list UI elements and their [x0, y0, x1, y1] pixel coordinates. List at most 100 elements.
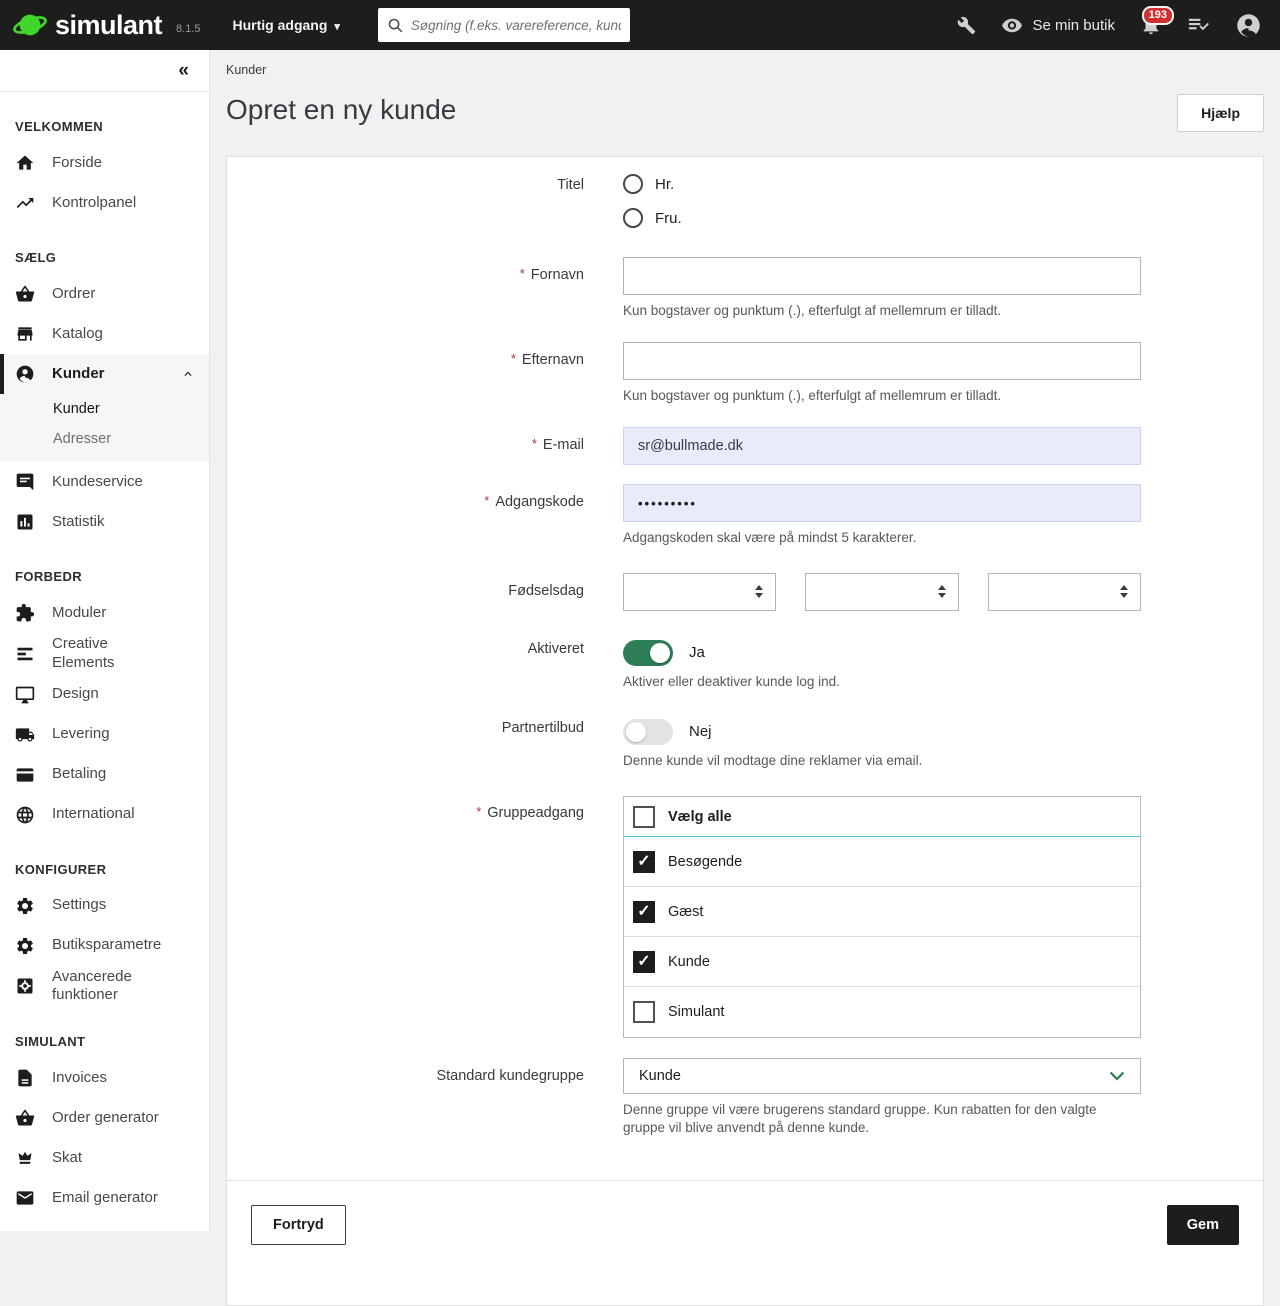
bar-chart-icon	[15, 512, 35, 532]
sidebar-item-moduler[interactable]: Moduler	[0, 593, 209, 633]
group-option-bes-gende[interactable]: Besøgende	[624, 837, 1140, 888]
sidebar-item-creative-elements[interactable]: Creative Elements	[0, 633, 209, 675]
sidebar-item-forside[interactable]: Forside	[0, 143, 209, 183]
checkbox-icon[interactable]	[633, 950, 655, 973]
sidebar-item-statistik[interactable]: Statistik	[0, 502, 209, 542]
form-row-email: * E-mail sr@bullmade.dk	[227, 427, 1263, 466]
partner-offers-state-label: Nej	[689, 723, 712, 741]
sidebar-section-heading: FORBEDR	[15, 569, 83, 584]
default-group-hint: Denne gruppe vil være brugerens standard…	[623, 1102, 1097, 1136]
group-option-label: Besøgende	[668, 853, 743, 870]
gear-icon	[15, 936, 35, 956]
enabled-state-label: Ja	[689, 644, 705, 662]
chevron-down-icon: ▾	[334, 20, 340, 33]
home-icon	[15, 153, 35, 173]
select-all-label: Vælg alle	[668, 808, 732, 825]
collapse-chevrons-icon[interactable]: «	[178, 60, 188, 82]
sidebar-item-label: Kunder	[52, 364, 105, 382]
customer-form-card: Titel Hr. Fru. * Fornavn Kun bogstaver og…	[226, 156, 1264, 1306]
sidebar-item-betaling[interactable]: Betaling	[0, 755, 209, 795]
sidebar-item-kontrolpanel[interactable]: Kontrolpanel	[0, 183, 209, 223]
puzzle-icon	[15, 603, 35, 623]
sidebar-item-invoices[interactable]: Invoices	[0, 1058, 209, 1098]
form-footer: Fortryd Gem	[227, 1179, 1263, 1305]
lines-icon	[15, 644, 35, 664]
first-name-input[interactable]	[623, 257, 1141, 295]
form-row-default-group: Standard kundegruppe Kunde Denne gruppe …	[227, 1058, 1263, 1137]
sidebar-item-label: Betaling	[52, 765, 107, 783]
sidebar-item-settings[interactable]: Settings	[0, 886, 209, 926]
save-button[interactable]: Gem	[1166, 1204, 1239, 1245]
birthday-month-select[interactable]	[805, 572, 959, 611]
sidebar-item-kundeservice[interactable]: Kundeservice	[0, 462, 209, 502]
sidebar-section-heading: SIMULANT	[15, 1034, 86, 1049]
group-option-kunde[interactable]: Kunde	[624, 937, 1140, 988]
sidebar-section-heading: SÆLG	[15, 250, 57, 265]
sidebar-item-avancerede-funktioner[interactable]: Avancerede funktioner	[0, 966, 209, 1008]
sidebar-item-label: Butiksparametre	[52, 936, 162, 954]
sidebar-item-label: Kontrolpanel	[52, 193, 137, 211]
title-option-mr[interactable]: Hr.	[623, 174, 1141, 194]
birthday-day-select[interactable]	[623, 572, 777, 611]
search-input[interactable]	[410, 17, 621, 33]
sidebar-subitem-kunder[interactable]: Kunder	[0, 394, 209, 424]
sidebar-item-levering[interactable]: Levering	[0, 715, 209, 755]
password-input[interactable]: •••••••••	[623, 484, 1141, 523]
sidebar-item-kunder[interactable]: Kunder	[0, 354, 209, 394]
group-select-all-row[interactable]: Vælg alle	[624, 797, 1140, 838]
sidebar-item-design[interactable]: Design	[0, 675, 209, 715]
sidebar-item-ordrer[interactable]: Ordrer	[0, 274, 209, 314]
sidebar-item-butiksparametre[interactable]: Butiksparametre	[0, 926, 209, 966]
default-group-label: Standard kundegruppe	[436, 1068, 584, 1085]
form-row-enabled: Aktiveret Ja Aktiver eller deaktiver kun…	[227, 637, 1263, 691]
search-icon	[388, 18, 403, 32]
help-button[interactable]: Hjælp	[1177, 94, 1264, 132]
sidebar-item-label: Email generator	[52, 1188, 158, 1206]
default-group-select[interactable]: Kunde	[623, 1058, 1141, 1095]
sidebar-item-label: Statistik	[52, 512, 105, 530]
password-label: * Adgangskode	[484, 493, 584, 511]
quick-access-menu[interactable]: Hurtig adgang ▾	[233, 17, 340, 33]
enabled-toggle[interactable]	[623, 639, 673, 666]
spinner-arrows-icon	[755, 585, 764, 599]
radio-icon[interactable]	[623, 208, 643, 228]
group-option-label: Simulant	[668, 1004, 725, 1021]
partner-offers-toggle[interactable]	[623, 718, 673, 745]
last-name-input[interactable]	[623, 342, 1141, 381]
sidebar-item-katalog[interactable]: Katalog	[0, 314, 209, 354]
checkbox-icon[interactable]	[633, 1001, 655, 1024]
monitor-icon	[15, 685, 35, 705]
toggle-knob	[650, 642, 670, 663]
checkbox-icon[interactable]	[633, 900, 655, 923]
radio-label: Fru.	[655, 209, 682, 227]
sidebar-expanded-group: Kunder Kunder Adresser	[0, 354, 209, 462]
email-input[interactable]: sr@bullmade.dk	[623, 427, 1141, 466]
radio-icon[interactable]	[623, 174, 643, 194]
brand-name: simulant	[55, 9, 163, 40]
partner-offers-label: Partnertilbud	[501, 719, 584, 736]
group-access-label: * Gruppeadgang	[476, 804, 584, 822]
breadcrumb[interactable]: Kunder	[226, 63, 1264, 77]
checkbox-icon[interactable]	[633, 805, 655, 828]
sidebar-item-email-generator[interactable]: Email generator	[0, 1178, 209, 1218]
notifications-button[interactable]: 193	[1140, 6, 1174, 36]
wrench-icon[interactable]	[957, 16, 976, 35]
orders-check-icon[interactable]	[1187, 14, 1210, 37]
title-option-mrs[interactable]: Fru.	[623, 208, 1141, 228]
sidebar-item-skat[interactable]: Skat	[0, 1138, 209, 1178]
sidebar-item-international[interactable]: International	[0, 795, 209, 835]
sidebar-subitem-adresser[interactable]: Adresser	[0, 424, 209, 454]
brand-logo[interactable]: simulant	[12, 9, 163, 41]
group-option-label: Kunde	[668, 953, 710, 970]
account-icon[interactable]	[1235, 12, 1262, 39]
cancel-button[interactable]: Fortryd	[251, 1204, 346, 1245]
view-shop-link[interactable]: Se min butik	[1001, 16, 1115, 34]
topbar: simulant 8.1.5 Hurtig adgang ▾ Se min bu…	[0, 0, 1280, 50]
sidebar-item-label: Moduler	[52, 603, 107, 621]
checkbox-icon[interactable]	[633, 850, 655, 873]
sidebar-item-label: Creative Elements	[52, 635, 115, 671]
birthday-year-select[interactable]	[987, 572, 1141, 611]
group-option-g-st[interactable]: Gæst	[624, 887, 1140, 938]
group-option-simulant[interactable]: Simulant	[624, 987, 1140, 1037]
sidebar-item-order-generator[interactable]: Order generator	[0, 1098, 209, 1138]
